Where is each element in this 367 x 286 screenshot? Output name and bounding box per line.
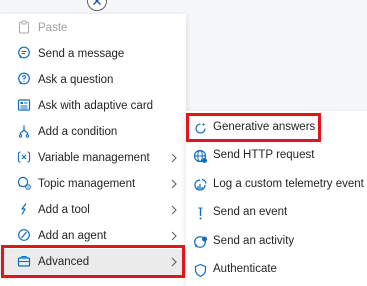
menu-item-add-agent[interactable]: Add an agent: [0, 223, 186, 249]
generative-answers-icon: [192, 120, 208, 136]
submenu-item-label: Send HTTP request: [213, 149, 315, 161]
menu-item-add-condition[interactable]: Add a condition: [0, 119, 186, 145]
menu-item-label: Add an agent: [38, 230, 107, 242]
chevron-right-icon: [171, 257, 177, 267]
menu-item-label: Ask a question: [38, 74, 114, 86]
chevron-right-icon: [171, 231, 177, 241]
submenu-item-send-event[interactable]: Send an event: [186, 200, 367, 226]
close-button[interactable]: [87, 0, 107, 11]
menu-item-label: Add a condition: [38, 126, 118, 138]
question-bubble-icon: [17, 72, 31, 86]
paste-icon: [17, 20, 31, 34]
activity-icon: [192, 234, 208, 250]
telemetry-icon: [192, 177, 208, 193]
menu-item-label: Topic management: [38, 178, 136, 190]
adaptive-card-icon: [17, 98, 31, 112]
menu-item-label: Ask with adaptive card: [38, 100, 154, 112]
globe-icon: [192, 148, 208, 164]
menu-item-label: Send a message: [38, 48, 125, 60]
branch-icon: [17, 124, 31, 138]
menu-item-label: Advanced: [38, 256, 90, 268]
menu-item-variable-management[interactable]: Variable management: [0, 145, 186, 171]
close-icon: [93, 0, 101, 5]
menu-item-label: Paste: [38, 22, 68, 34]
submenu-item-send-activity[interactable]: Send an activity: [186, 229, 367, 255]
menu-item-label: Variable management: [38, 152, 150, 164]
submenu-item-generative-answers[interactable]: Generative answers: [186, 115, 367, 141]
chevron-right-icon: [171, 205, 177, 215]
tool-icon: [17, 202, 31, 216]
menu-item-topic-management[interactable]: Topic management: [0, 171, 186, 197]
submenu-item-label: Authenticate: [213, 263, 277, 275]
menu-item-send-message[interactable]: Send a message: [0, 41, 186, 67]
topic-icon: [17, 176, 31, 190]
advanced-submenu: Generative answers Send HTTP request Log…: [186, 111, 367, 286]
submenu-item-label: Send an event: [213, 206, 288, 218]
submenu-item-authenticate[interactable]: Authenticate: [186, 257, 367, 283]
menu-item-advanced[interactable]: Advanced: [0, 249, 186, 275]
submenu-item-label: Send an activity: [213, 235, 295, 247]
event-icon: [192, 205, 208, 221]
menu-item-ask-question[interactable]: Ask a question: [0, 67, 186, 93]
add-node-menu: Paste Send a message Ask a question Ask …: [0, 14, 186, 286]
menu-item-add-tool[interactable]: Add a tool: [0, 197, 186, 223]
toolbox-icon: [17, 254, 31, 268]
submenu-item-label: Generative answers: [213, 121, 316, 133]
submenu-item-label: Log a custom telemetry event: [213, 178, 364, 190]
menu-item-label: Add a tool: [38, 204, 90, 216]
shield-icon: [192, 262, 208, 278]
variable-icon: [17, 150, 31, 164]
chevron-right-icon: [171, 153, 177, 163]
agent-icon: [17, 228, 31, 242]
menu-item-ask-adaptive-card[interactable]: Ask with adaptive card: [0, 93, 186, 119]
menu-item-paste[interactable]: Paste: [0, 15, 186, 41]
submenu-item-log-telemetry[interactable]: Log a custom telemetry event: [186, 172, 367, 198]
chat-bubble-icon: [17, 46, 31, 60]
submenu-item-send-http-request[interactable]: Send HTTP request: [186, 143, 367, 169]
chevron-right-icon: [171, 179, 177, 189]
